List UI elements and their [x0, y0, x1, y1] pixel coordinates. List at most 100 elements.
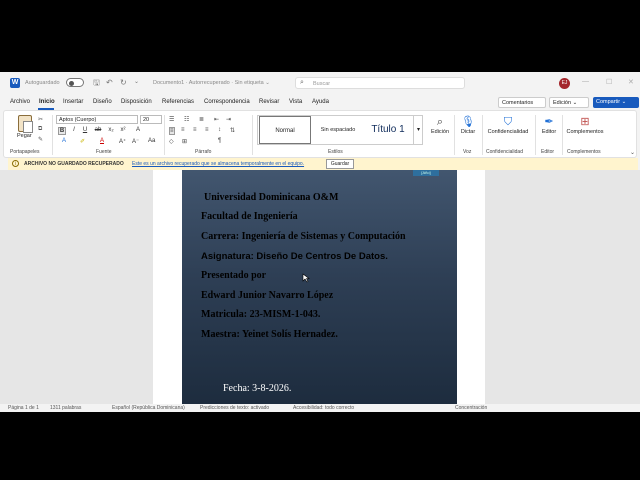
teacher-line[interactable]: Maestra: Yeinet Solís Hernadez. [201, 329, 338, 340]
bold-button[interactable]: B [58, 127, 66, 135]
font-name-value: Aptos (Cuerpo) [59, 117, 97, 123]
addins-button[interactable]: ⊞ Complementos [564, 115, 606, 135]
language-status[interactable]: Español (República Dominicana) [112, 405, 185, 411]
save-button[interactable]: Guardar [326, 159, 354, 169]
document-canvas[interactable]: [Año] Universidad Dominicana O&M Faculta… [0, 170, 640, 404]
borders-icon[interactable]: ⊞ [182, 138, 187, 145]
font-name-select[interactable]: Aptos (Cuerpo) [56, 115, 138, 124]
share-button[interactable]: Compartir ⌄ [593, 97, 639, 108]
bullets-icon[interactable]: ☰ [169, 116, 174, 123]
line-spacing-icon[interactable]: ↕ [218, 127, 221, 133]
tab-diseno[interactable]: Diseño [93, 99, 112, 105]
decrease-indent-icon[interactable]: ⇤ [214, 116, 219, 123]
highlight-color-icon[interactable]: ✐ [80, 138, 85, 145]
strikethrough-button[interactable]: ab [94, 127, 102, 133]
tab-vista[interactable]: Vista [289, 99, 302, 105]
text-effects-button[interactable]: A [62, 138, 66, 144]
addins-grid-icon: ⊞ [580, 116, 590, 128]
sort-icon[interactable]: ⇅ [230, 127, 235, 134]
dictate-button[interactable]: 🎙 Dictar [457, 115, 479, 135]
presented-by-line[interactable]: Presentado por [201, 270, 266, 281]
separator [454, 115, 455, 155]
student-name-line[interactable]: Edward Junior Navarro López [201, 290, 333, 301]
multilevel-list-icon[interactable]: ≣ [199, 116, 204, 123]
customize-toolbar-icon[interactable]: ⌄ [134, 78, 139, 87]
align-left-icon[interactable]: ≡ [169, 127, 175, 135]
dictate-label: Dictar [460, 129, 476, 135]
font-size-select[interactable]: 20 [140, 115, 162, 124]
text-effects-icon[interactable]: A [134, 127, 142, 133]
date-line[interactable]: Fecha: 3-8-2026. [223, 383, 291, 394]
search-input[interactable]: ⌕ Buscar [295, 77, 465, 89]
edicion-button[interactable]: ⌕ Edición [429, 115, 451, 135]
tab-revisar[interactable]: Revisar [259, 99, 279, 105]
increase-indent-icon[interactable]: ⇥ [226, 116, 231, 123]
subject-line[interactable]: Asignatura: Diseño De Centros De Datos. [201, 251, 388, 262]
group-editor-label: Editor [541, 149, 555, 155]
maximize-icon[interactable]: ☐ [606, 78, 612, 86]
infobar-title: ARCHIVO NO GUARDADO RECUPERADO [24, 161, 124, 167]
show-marks-icon[interactable]: ¶ [218, 138, 221, 144]
faculty-line[interactable]: Facultad de Ingeniería [201, 211, 298, 222]
tab-archivo[interactable]: Archivo [10, 99, 30, 105]
collapse-ribbon-icon[interactable]: ⌄ [630, 149, 635, 156]
align-right-icon[interactable]: ≡ [193, 127, 197, 133]
avatar[interactable]: EJ [559, 78, 570, 89]
tab-disposicion[interactable]: Disposición [121, 99, 152, 105]
university-line[interactable]: Universidad Dominicana O&M [204, 192, 338, 203]
close-icon[interactable]: ✕ [628, 78, 634, 86]
tab-referencias[interactable]: Referencias [162, 99, 194, 105]
enrollment-line[interactable]: Matricula: 23-MISM-1-043. [201, 309, 320, 320]
accessibility-status[interactable]: Accesibilidad: todo correcto [293, 405, 354, 411]
editor-button[interactable]: ✒ Editor [538, 115, 560, 135]
format-painter-icon[interactable]: ✎ [38, 136, 43, 143]
career-line[interactable]: Carrera: Ingeniería de Sistemas y Comput… [201, 231, 406, 242]
underline-button[interactable]: U [81, 127, 89, 133]
autosave-toggle[interactable] [66, 78, 84, 87]
shrink-font-icon[interactable]: A⁻ [132, 138, 139, 145]
editor-pen-icon: ✒ [544, 116, 554, 128]
redo-icon[interactable]: ↻ [120, 78, 127, 87]
style-normal[interactable]: Normal [259, 116, 311, 144]
undo-icon[interactable]: ↶ [106, 78, 113, 87]
cut-icon[interactable]: ✂ [38, 116, 43, 123]
sensitivity-button[interactable]: ⛉ Confidencialidad [484, 115, 532, 135]
font-color-icon[interactable]: A [100, 138, 104, 144]
info-icon: i [12, 160, 19, 167]
change-case-icon[interactable]: Aa [148, 138, 155, 144]
tab-insertar[interactable]: Insertar [63, 99, 83, 105]
group-addins-label: Complementos [567, 149, 601, 155]
shading-icon[interactable]: ◇ [169, 138, 174, 145]
document-title[interactable]: Documento1 · Autorrecuperado · Sin etiqu… [153, 80, 270, 86]
share-label: Compartir ⌄ [596, 99, 627, 105]
page-count[interactable]: Página 1 de 1 [8, 405, 39, 411]
copy-icon[interactable]: ⧉ [38, 126, 42, 133]
tab-correspondencia[interactable]: Correspondencia [204, 99, 250, 105]
italic-button[interactable]: I [70, 127, 78, 133]
tab-inicio[interactable]: Inicio [39, 99, 55, 105]
style-no-spacing[interactable]: Sin espaciado [313, 116, 363, 144]
edition-mode-button[interactable]: Edición ⌄ [549, 97, 589, 108]
numbering-icon[interactable]: ☷ [184, 116, 189, 123]
word-window: W Autoguardado 🖫 ↶ ↻ ⌄ Documento1 · Auto… [0, 72, 640, 412]
focus-mode-button[interactable]: Concentración [455, 405, 487, 411]
year-placeholder[interactable]: [Año] [413, 170, 439, 176]
word-count[interactable]: 1311 palabras [50, 405, 81, 411]
justify-icon[interactable]: ≡ [205, 127, 209, 133]
subscript-button[interactable]: x₂ [107, 127, 115, 133]
font-size-value: 20 [143, 117, 150, 123]
style-title-1[interactable]: Título 1 [364, 116, 412, 144]
paste-label[interactable]: Pegar [17, 133, 32, 139]
infobar-message[interactable]: Este es un archivo recuperado que se alm… [132, 161, 304, 167]
superscript-button[interactable]: x² [119, 127, 127, 133]
comments-button[interactable]: Comentarios [498, 97, 546, 108]
tab-ayuda[interactable]: Ayuda [312, 99, 329, 105]
paste-icon[interactable] [18, 115, 33, 133]
minimize-icon[interactable]: — [582, 78, 589, 85]
text-predictions-status[interactable]: Predicciones de texto: activado [200, 405, 269, 411]
save-icon[interactable]: 🖫 [93, 78, 100, 87]
align-center-icon[interactable]: ≡ [181, 127, 185, 133]
grow-font-icon[interactable]: A⁺ [119, 138, 126, 145]
styles-more-icon[interactable]: ▾ [413, 116, 423, 144]
autosave-label: Autoguardado [25, 80, 60, 86]
